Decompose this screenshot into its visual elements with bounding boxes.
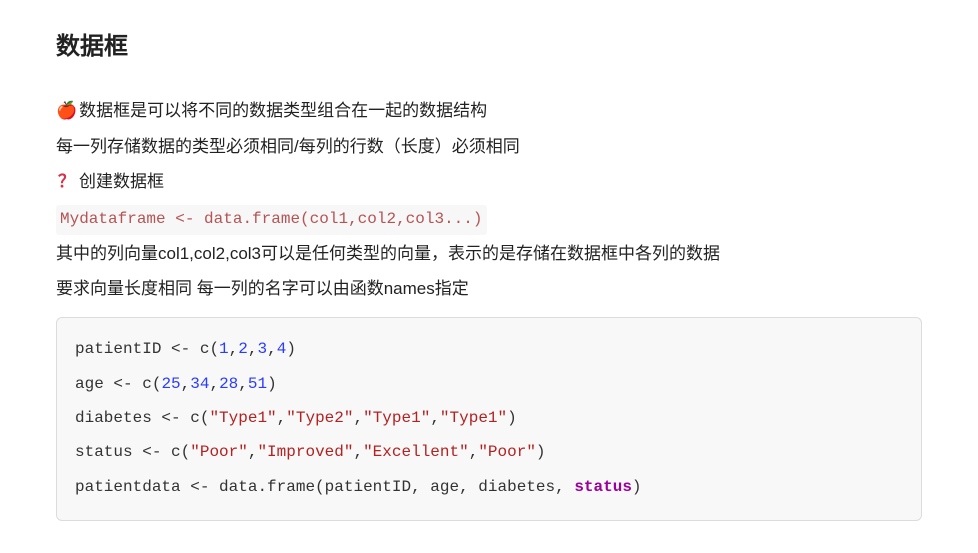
code-num: 3 [257, 340, 267, 358]
code-arrow: <- [161, 340, 199, 358]
code-paren: ) [632, 478, 642, 496]
code-str: "Excellent" [363, 443, 469, 461]
code-str: "Poor" [190, 443, 248, 461]
code-str: "Type1" [209, 409, 276, 427]
code-block: patientID <- c(1,2,3,4) age <- c(25,34,2… [56, 317, 922, 521]
code-arrow: <- [104, 375, 142, 393]
code-arrow: <- [152, 409, 190, 427]
code-comma: , [411, 478, 430, 496]
code-line-4: status <- c("Poor","Improved","Excellent… [75, 443, 546, 461]
code-paren: ( [181, 443, 191, 461]
intro-line-2: 每一列存储数据的类型必须相同/每列的行数（长度）必须相同 [56, 129, 922, 165]
code-fn: c [190, 409, 200, 427]
code-fn: c [200, 340, 210, 358]
code-comma: , [353, 409, 363, 427]
code-str: "Improved" [257, 443, 353, 461]
code-comma: , [555, 478, 574, 496]
code-paren: ( [209, 340, 219, 358]
code-comma: , [248, 443, 258, 461]
code-paren: ) [507, 409, 517, 427]
body-text: 🍎数据框是可以将不同的数据类型组合在一起的数据结构 每一列存储数据的类型必须相同… [56, 93, 922, 307]
intro-line-1: 🍎数据框是可以将不同的数据类型组合在一起的数据结构 [56, 93, 922, 129]
intro-line-3: ？创建数据框 [56, 164, 922, 200]
code-comma: , [430, 409, 440, 427]
code-paren: ( [200, 409, 210, 427]
code-str: "Type1" [440, 409, 507, 427]
code-num: 4 [277, 340, 287, 358]
code-comma: , [267, 340, 277, 358]
code-line-1: patientID <- c(1,2,3,4) [75, 340, 296, 358]
code-line-3: diabetes <- c("Type1","Type2","Type1","T… [75, 409, 517, 427]
code-line-5: patientdata <- data.frame(patientID, age… [75, 478, 642, 496]
after-code-line-2: 要求向量长度相同 每一列的名字可以由函数names指定 [56, 271, 922, 307]
code-comma: , [229, 340, 239, 358]
code-arrow: <- [181, 478, 219, 496]
code-comma: , [238, 375, 248, 393]
code-var: status [75, 443, 133, 461]
code-num: 2 [238, 340, 248, 358]
code-arrow: <- [166, 210, 204, 228]
code-num: 34 [190, 375, 209, 393]
code-num: 51 [248, 375, 267, 393]
code-var: age [75, 375, 104, 393]
code-arg: patientID [325, 478, 411, 496]
code-comma: , [209, 375, 219, 393]
inline-code-line: Mydataframe <- data.frame(col1,col2,col3… [56, 200, 922, 236]
code-paren: ) [267, 375, 277, 393]
code-str: "Type1" [363, 409, 430, 427]
code-str: "Poor" [478, 443, 536, 461]
document-page: 数据框 🍎数据框是可以将不同的数据类型组合在一起的数据结构 每一列存储数据的类型… [0, 0, 978, 553]
code-num: 25 [161, 375, 180, 393]
code-paren: ) [536, 443, 546, 461]
code-var: diabetes [75, 409, 152, 427]
code-comma: , [181, 375, 191, 393]
code-arg: age [430, 478, 459, 496]
code-fn: c [142, 375, 152, 393]
apple-icon: 🍎 [56, 101, 77, 120]
code-line-2: age <- c(25,34,28,51) [75, 375, 277, 393]
inline-code: Mydataframe <- data.frame(col1,col2,col3… [56, 205, 487, 235]
intro-line-3-text: 创建数据框 [79, 172, 164, 191]
code-arrow: <- [133, 443, 171, 461]
code-var: patientID [75, 340, 161, 358]
code-comma: , [459, 478, 478, 496]
code-args: col1,col2,col3... [310, 210, 473, 228]
code-arg: diabetes [478, 478, 555, 496]
code-paren: ( [315, 478, 325, 496]
code-str: "Type2" [286, 409, 353, 427]
after-code-line-1: 其中的列向量col1,col2,col3可以是任何类型的向量，表示的是存储在数据… [56, 236, 922, 272]
code-paren-close: ) [473, 210, 483, 228]
code-paren-open: ( [300, 210, 310, 228]
code-num: 28 [219, 375, 238, 393]
code-fn: data.frame [204, 210, 300, 228]
code-var: patientdata [75, 478, 181, 496]
intro-line-1-text: 数据框是可以将不同的数据类型组合在一起的数据结构 [79, 101, 487, 120]
question-mark-icon: ？ [58, 172, 75, 191]
code-arg: status [574, 478, 632, 496]
code-paren: ( [152, 375, 162, 393]
code-comma: , [277, 409, 287, 427]
code-fn: c [171, 443, 181, 461]
code-num: 1 [219, 340, 229, 358]
code-fn: data.frame [219, 478, 315, 496]
code-comma: , [353, 443, 363, 461]
code-comma: , [469, 443, 479, 461]
code-identifier: Mydataframe [60, 210, 166, 228]
code-paren: ) [286, 340, 296, 358]
section-heading: 数据框 [56, 26, 922, 61]
